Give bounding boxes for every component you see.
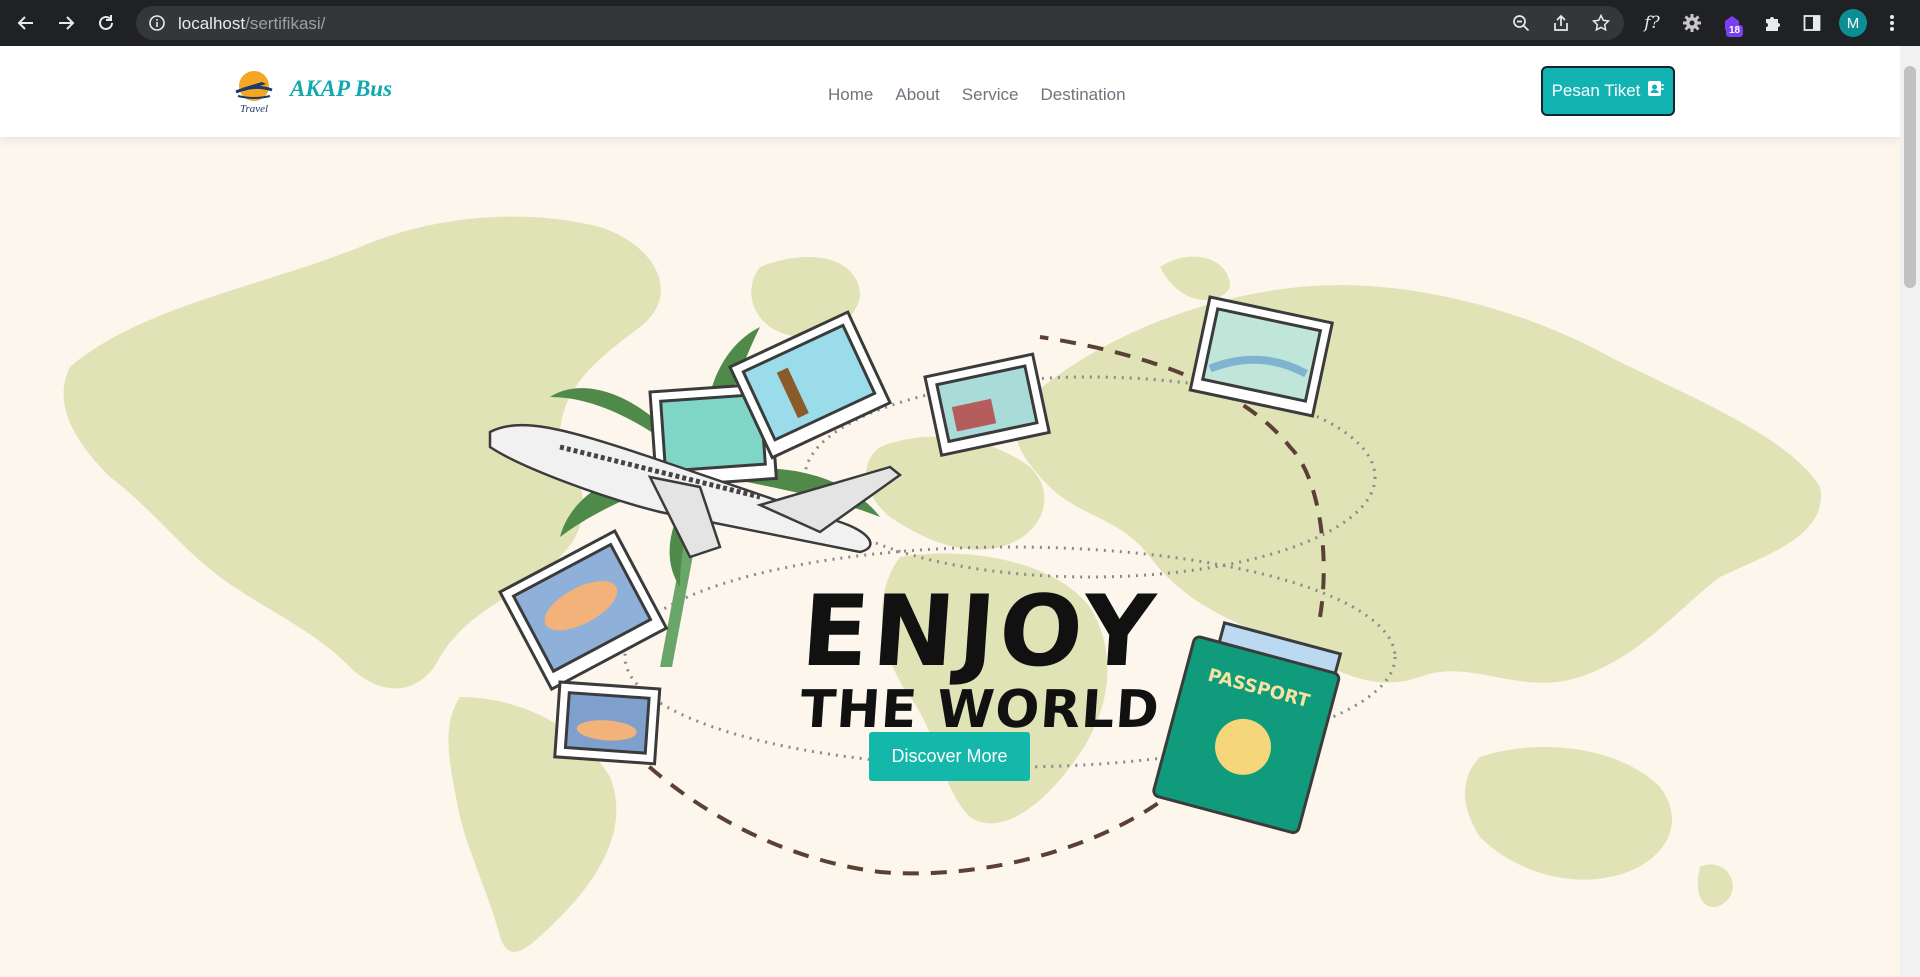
hero-headline: ENJOY THE WORLD — [790, 575, 1170, 740]
nav-about[interactable]: About — [895, 85, 939, 105]
page-viewport: Travel AKAP Bus Home About Service Desti… — [0, 46, 1900, 977]
reload-icon[interactable] — [92, 9, 120, 37]
passport-illustration: PASSPORT — [1152, 621, 1343, 835]
profile-avatar[interactable]: M — [1839, 9, 1867, 37]
pesan-tiket-button[interactable]: Pesan Tiket — [1541, 66, 1675, 116]
headline-enjoy: ENJOY — [797, 575, 1163, 689]
nav-destination[interactable]: Destination — [1040, 85, 1125, 105]
browser-toolbar: localhost/sertifikasi/ f? 18 M — [0, 0, 1920, 46]
share-icon[interactable] — [1552, 14, 1570, 37]
main-menu: Home About Service Destination — [828, 85, 1126, 105]
scrollbar-thumb[interactable] — [1904, 66, 1916, 288]
extensions-puzzle-icon[interactable] — [1758, 9, 1786, 37]
contact-card-icon — [1647, 80, 1664, 102]
discover-more-button[interactable]: Discover More — [869, 732, 1030, 781]
bookmark-star-icon[interactable] — [1591, 13, 1611, 37]
extension-badge: 18 — [1726, 25, 1744, 37]
site-navbar: Travel AKAP Bus Home About Service Desti… — [0, 46, 1900, 137]
brand-name[interactable]: AKAP Bus — [290, 76, 392, 102]
url-text: localhost/sertifikasi/ — [178, 14, 326, 33]
travel-logo-icon[interactable]: Travel — [232, 66, 276, 121]
address-bar[interactable]: localhost/sertifikasi/ — [136, 6, 1624, 40]
settings-extension-icon[interactable] — [1678, 9, 1706, 37]
browser-menu-icon[interactable] — [1878, 9, 1906, 37]
back-icon[interactable] — [12, 9, 40, 37]
nav-service[interactable]: Service — [962, 85, 1019, 105]
headline-the-world: THE WORLD — [798, 680, 1162, 740]
nav-home[interactable]: Home — [828, 85, 873, 105]
forward-icon[interactable] — [52, 9, 80, 37]
zoom-icon[interactable] — [1512, 14, 1530, 37]
formula-extension-icon[interactable]: f? — [1638, 9, 1666, 37]
side-panel-icon[interactable] — [1798, 9, 1826, 37]
hero-section: PASSPORT ENJOY THE WORLD — [0, 137, 1900, 977]
logo-text: Travel — [240, 103, 268, 115]
world-travel-illustration: PASSPORT — [63, 216, 1821, 952]
site-info-icon[interactable] — [148, 14, 166, 37]
page-scrollbar[interactable] — [1900, 46, 1920, 977]
cta-label: Pesan Tiket — [1551, 81, 1641, 100]
